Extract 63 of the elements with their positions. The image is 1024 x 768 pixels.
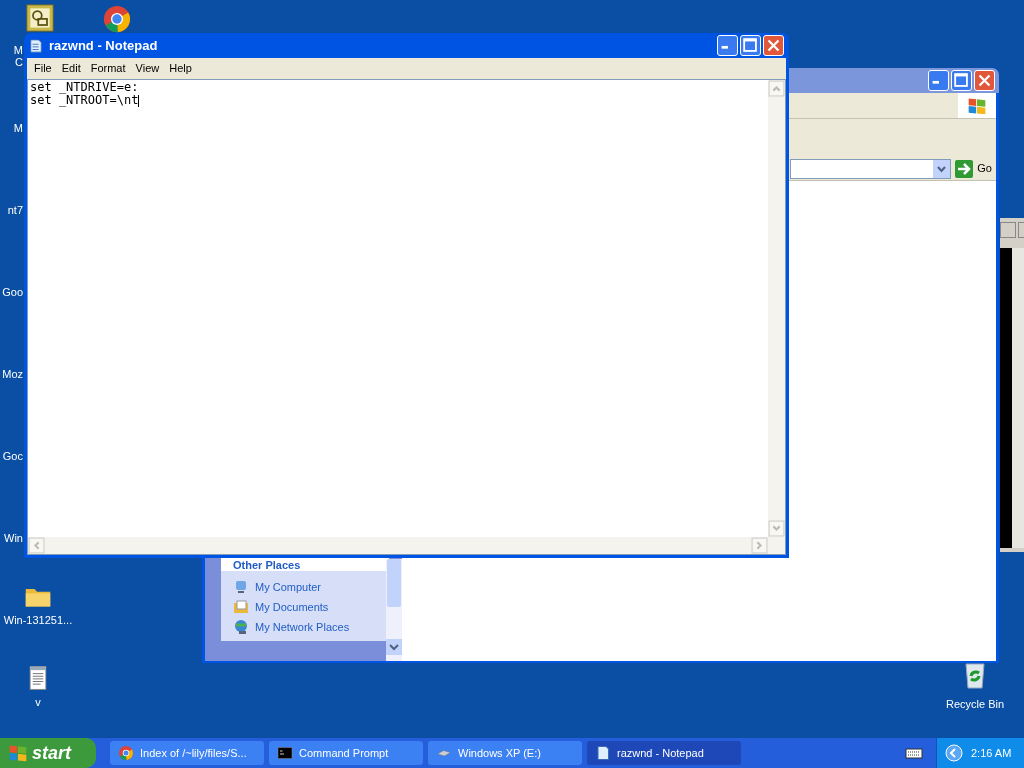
- text-line: set _NTROOT=\nt: [30, 94, 141, 107]
- text-line: set _NTDRIVE=e:: [30, 81, 140, 94]
- clock: 2:16 AM: [971, 745, 1012, 761]
- taskbar-button[interactable]: razwnd - Notepad: [587, 741, 741, 765]
- menu-item[interactable]: Edit: [56, 60, 86, 77]
- maximize-button[interactable]: [1000, 222, 1016, 238]
- windows-logo-icon: [8, 743, 28, 763]
- menu-item[interactable]: View: [130, 60, 165, 77]
- scrollbar[interactable]: [28, 537, 785, 554]
- scroll-right-icon: [751, 537, 768, 554]
- scrollbar[interactable]: [768, 80, 785, 537]
- icon-label[interactable]: v: [35, 696, 41, 708]
- arrow-right-icon: [955, 159, 974, 178]
- recycle-bin-icon: [962, 660, 988, 690]
- chevron-left-icon: [945, 744, 963, 762]
- address-field[interactable]: [790, 158, 952, 179]
- scrollbar[interactable]: [386, 559, 402, 661]
- taskbar-button[interactable]: Command Prompt: [269, 741, 423, 765]
- scrollbar-thumb[interactable]: [387, 559, 401, 607]
- icon-label[interactable]: Recycle Bin: [945, 696, 1005, 713]
- icon-label[interactable]: M C: [13, 44, 23, 68]
- panel-title: Other Places: [233, 559, 301, 571]
- scroll-left-icon: [28, 537, 45, 554]
- documents-icon: [233, 599, 249, 615]
- panel-link[interactable]: My Documents: [233, 599, 377, 615]
- menu-item[interactable]: Help: [164, 60, 197, 77]
- maximize-icon: [954, 73, 968, 87]
- minimize-button[interactable]: [717, 35, 738, 56]
- menu-item[interactable]: File: [29, 60, 57, 77]
- start-button[interactable]: start: [0, 738, 96, 768]
- network-icon: [233, 619, 249, 635]
- scroll-down-icon: [768, 520, 785, 537]
- scrollbar[interactable]: [1012, 248, 1024, 548]
- scroll-up-icon: [768, 80, 785, 97]
- minimize-icon: [932, 80, 939, 84]
- minimize-button[interactable]: [928, 70, 949, 91]
- icon-label[interactable]: Moz: [2, 368, 23, 380]
- close-icon: [978, 74, 991, 87]
- chrome-icon: [102, 4, 132, 34]
- menu-item[interactable]: Format: [85, 60, 131, 77]
- console-icon: [277, 745, 293, 761]
- window-title: razwnd - Notepad: [49, 36, 158, 55]
- taskbar-button[interactable]: Index of /~lily/files/S...: [110, 741, 264, 765]
- panel-link[interactable]: My Computer: [233, 579, 377, 595]
- icon-label[interactable]: Win-131251...: [3, 614, 73, 626]
- panel-link[interactable]: My Network Places: [233, 619, 377, 635]
- minimize-icon: [721, 45, 728, 49]
- notepad-icon: [595, 745, 611, 761]
- icon-label[interactable]: Goo: [2, 286, 23, 298]
- maximize-icon: [743, 38, 757, 52]
- scroll-down-icon: [386, 639, 402, 655]
- notepad-icon: [29, 37, 43, 54]
- go-button[interactable]: Go: [951, 158, 996, 179]
- taskbar-button[interactable]: Windows XP (E:): [428, 741, 582, 765]
- close-icon: [767, 39, 780, 52]
- icon-label[interactable]: nt7: [7, 204, 23, 216]
- icon-label[interactable]: M: [13, 122, 23, 134]
- computer-icon: [233, 579, 249, 595]
- keyboard-icon: [905, 746, 923, 760]
- icon-label[interactable]: Goc: [2, 450, 23, 462]
- text-cursor: [138, 94, 140, 107]
- chrome-icon: [118, 745, 134, 761]
- icon-label[interactable]: Win: [4, 532, 23, 544]
